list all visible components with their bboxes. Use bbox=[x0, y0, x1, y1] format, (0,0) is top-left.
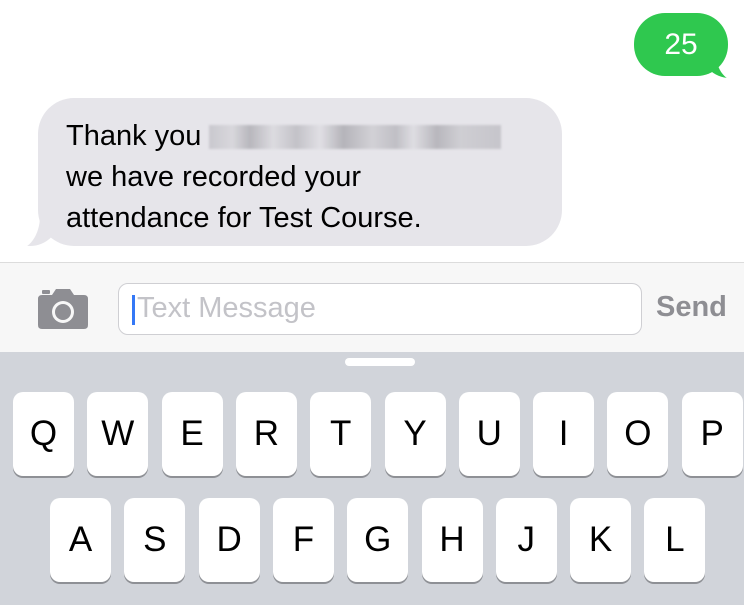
key-j[interactable]: J bbox=[495, 498, 557, 582]
text-cursor bbox=[132, 295, 135, 325]
keyboard: QWERTYUIOP ASDFGHJKL bbox=[0, 352, 744, 605]
key-p[interactable]: P bbox=[681, 392, 743, 476]
sent-message-bubble[interactable]: 25 bbox=[634, 13, 728, 76]
message-thread: 25 Thank you we have recorded your atten… bbox=[0, 0, 744, 262]
key-w[interactable]: W bbox=[87, 392, 149, 476]
text-message-field[interactable] bbox=[118, 283, 642, 335]
key-l[interactable]: L bbox=[644, 498, 706, 582]
key-f[interactable]: F bbox=[272, 498, 334, 582]
key-i[interactable]: I bbox=[533, 392, 595, 476]
key-g[interactable]: G bbox=[347, 498, 409, 582]
message-line-1: Thank you bbox=[66, 120, 202, 152]
key-u[interactable]: U bbox=[458, 392, 520, 476]
redacted-name bbox=[209, 125, 502, 150]
key-o[interactable]: O bbox=[607, 392, 669, 476]
key-q[interactable]: Q bbox=[13, 392, 74, 476]
received-message-text: Thank you we have recorded your attendan… bbox=[66, 116, 542, 239]
keyboard-handle[interactable] bbox=[345, 358, 415, 366]
message-line-3: attendance for Test Course. bbox=[66, 202, 422, 234]
key-d[interactable]: D bbox=[198, 498, 260, 582]
text-message-input[interactable] bbox=[137, 284, 617, 333]
send-button[interactable]: Send bbox=[656, 291, 727, 324]
key-k[interactable]: K bbox=[570, 498, 632, 582]
received-message-bubble[interactable]: Thank you we have recorded your attendan… bbox=[38, 98, 562, 246]
message-composer: Send bbox=[0, 262, 744, 353]
key-r[interactable]: R bbox=[235, 392, 297, 476]
key-s[interactable]: S bbox=[124, 498, 186, 582]
key-e[interactable]: E bbox=[161, 392, 223, 476]
key-t[interactable]: T bbox=[310, 392, 372, 476]
message-line-2: we have recorded your bbox=[66, 161, 361, 193]
camera-icon[interactable] bbox=[36, 287, 90, 331]
key-y[interactable]: Y bbox=[384, 392, 446, 476]
key-a[interactable]: A bbox=[50, 498, 111, 582]
key-h[interactable]: H bbox=[421, 498, 483, 582]
